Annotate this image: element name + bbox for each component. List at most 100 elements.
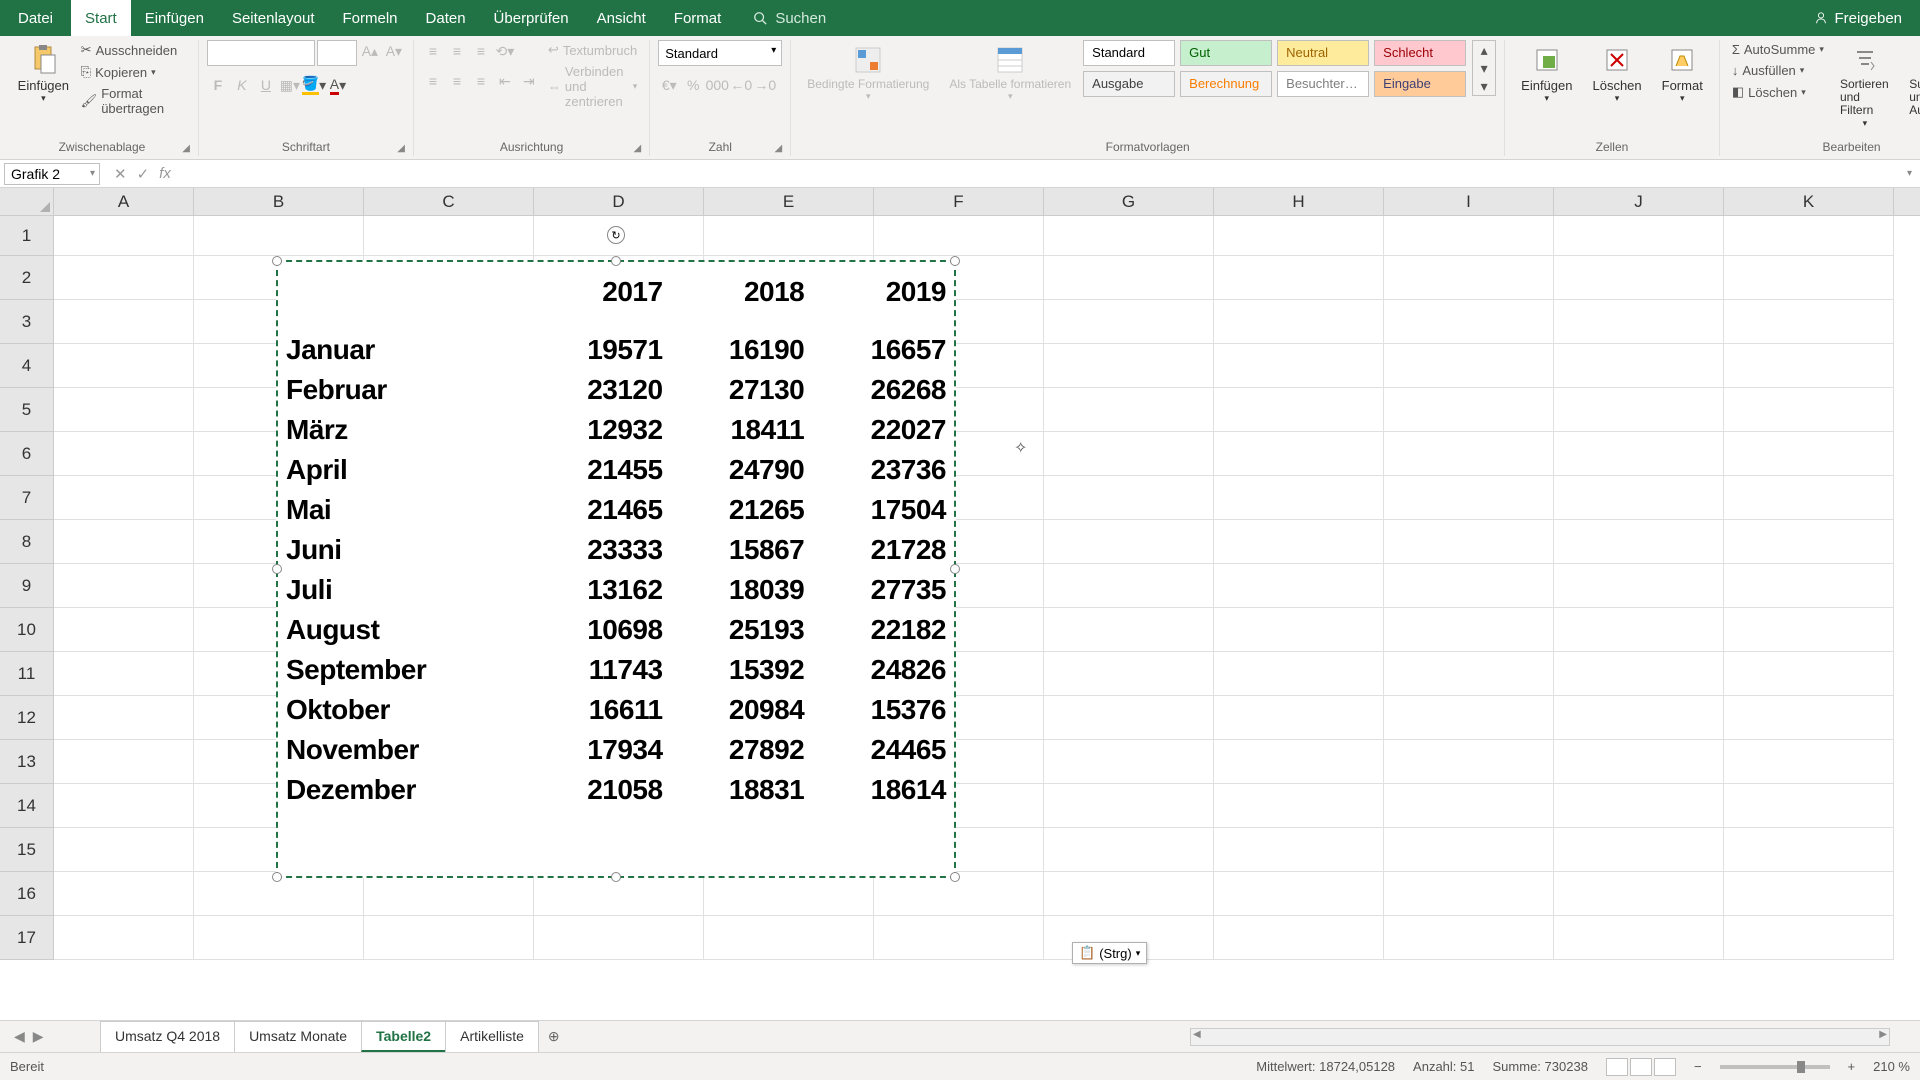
- select-all-button[interactable]: [0, 188, 54, 215]
- increase-decimal-button[interactable]: ←0: [730, 74, 752, 96]
- font-color-button[interactable]: A▾: [327, 74, 349, 96]
- cell[interactable]: [1044, 652, 1214, 696]
- resize-handle-e[interactable]: [950, 564, 960, 574]
- cell[interactable]: [1384, 872, 1554, 916]
- horizontal-scrollbar[interactable]: [1190, 1028, 1890, 1046]
- font-size-select[interactable]: [317, 40, 357, 66]
- cell[interactable]: [1044, 564, 1214, 608]
- cell[interactable]: [704, 872, 874, 916]
- cell[interactable]: [1044, 520, 1214, 564]
- cell[interactable]: [364, 916, 534, 960]
- cell[interactable]: [1044, 476, 1214, 520]
- cell[interactable]: [1214, 784, 1384, 828]
- enter-formula-button[interactable]: ✓: [137, 165, 150, 183]
- cell[interactable]: [1214, 872, 1384, 916]
- cell[interactable]: [1214, 300, 1384, 344]
- cell[interactable]: [1214, 344, 1384, 388]
- column-header-G[interactable]: G: [1044, 188, 1214, 215]
- decrease-font-button[interactable]: A▾: [383, 40, 405, 62]
- cell[interactable]: [54, 476, 194, 520]
- row-header-16[interactable]: 16: [0, 872, 54, 916]
- cell[interactable]: [1044, 216, 1214, 256]
- resize-handle-s[interactable]: [611, 872, 621, 882]
- cell[interactable]: [54, 652, 194, 696]
- cell[interactable]: [1554, 520, 1724, 564]
- ribbon-tab-daten[interactable]: Daten: [412, 0, 480, 36]
- sort-filter-button[interactable]: Sortieren und Filtern▾: [1832, 40, 1898, 133]
- column-header-B[interactable]: B: [194, 188, 364, 215]
- rotate-handle[interactable]: ↻: [607, 226, 625, 244]
- cells-area[interactable]: ↻ 201720182019Januar195711619016657Febru…: [54, 216, 1920, 960]
- cell[interactable]: [364, 216, 534, 256]
- zoom-slider[interactable]: [1720, 1065, 1830, 1069]
- cell[interactable]: [1384, 828, 1554, 872]
- cell-style-ausgabe[interactable]: Ausgabe: [1083, 71, 1175, 97]
- cell[interactable]: [1384, 564, 1554, 608]
- cell[interactable]: [1724, 520, 1894, 564]
- cell[interactable]: [1214, 520, 1384, 564]
- cell[interactable]: [1724, 564, 1894, 608]
- bold-button[interactable]: F: [207, 74, 229, 96]
- column-header-H[interactable]: H: [1214, 188, 1384, 215]
- cell[interactable]: [1384, 300, 1554, 344]
- cell[interactable]: [1214, 696, 1384, 740]
- launcher-icon[interactable]: ◢: [397, 143, 405, 154]
- fx-button[interactable]: fx: [159, 165, 171, 183]
- ribbon-tab-seitenlayout[interactable]: Seitenlayout: [218, 0, 329, 36]
- resize-handle-ne[interactable]: [950, 256, 960, 266]
- column-header-K[interactable]: K: [1724, 188, 1894, 215]
- cell[interactable]: [1044, 344, 1214, 388]
- cell[interactable]: [194, 216, 364, 256]
- resize-handle-nw[interactable]: [272, 256, 282, 266]
- cell[interactable]: [1384, 256, 1554, 300]
- cell[interactable]: [1044, 784, 1214, 828]
- cell[interactable]: [1554, 256, 1724, 300]
- expand-formula-bar-button[interactable]: ▾: [1899, 168, 1920, 179]
- ribbon-tab-format[interactable]: Format: [660, 0, 736, 36]
- row-header-11[interactable]: 11: [0, 652, 54, 696]
- cell[interactable]: [704, 216, 874, 256]
- cell[interactable]: [1554, 564, 1724, 608]
- border-button[interactable]: ▦▾: [279, 74, 301, 96]
- cell[interactable]: [194, 916, 364, 960]
- column-header-A[interactable]: A: [54, 188, 194, 215]
- cell[interactable]: [54, 432, 194, 476]
- cell-style-besuchter-h-[interactable]: Besuchter H...: [1277, 71, 1369, 97]
- page-layout-view-button[interactable]: [1630, 1058, 1652, 1076]
- cell[interactable]: [54, 344, 194, 388]
- cell[interactable]: [1384, 740, 1554, 784]
- cell-style-eingabe[interactable]: Eingabe: [1374, 71, 1466, 97]
- gallery-more-button[interactable]: ▾: [1473, 77, 1495, 95]
- align-center-button[interactable]: ≡: [446, 70, 468, 92]
- sheet-tab-artikelliste[interactable]: Artikelliste: [445, 1021, 539, 1052]
- cell[interactable]: [1044, 696, 1214, 740]
- cell[interactable]: [1044, 432, 1214, 476]
- number-format-select[interactable]: [658, 40, 782, 66]
- row-header-8[interactable]: 8: [0, 520, 54, 564]
- align-bottom-button[interactable]: ≡: [470, 40, 492, 62]
- cell-style-schlecht[interactable]: Schlecht: [1374, 40, 1466, 66]
- cell-style-berechnung[interactable]: Berechnung: [1180, 71, 1272, 97]
- increase-indent-button[interactable]: ⇥: [518, 70, 540, 92]
- row-header-14[interactable]: 14: [0, 784, 54, 828]
- cell[interactable]: [1384, 696, 1554, 740]
- cell[interactable]: [1554, 872, 1724, 916]
- cancel-formula-button[interactable]: ✕: [114, 165, 127, 183]
- cell[interactable]: [1044, 388, 1214, 432]
- ribbon-tab-ansicht[interactable]: Ansicht: [583, 0, 660, 36]
- underline-button[interactable]: U: [255, 74, 277, 96]
- format-painter-button[interactable]: 🖌Format übertragen: [77, 84, 190, 118]
- align-middle-button[interactable]: ≡: [446, 40, 468, 62]
- row-header-2[interactable]: 2: [0, 256, 54, 300]
- cell[interactable]: [534, 916, 704, 960]
- launcher-icon[interactable]: ◢: [775, 143, 783, 154]
- cell[interactable]: [1724, 916, 1894, 960]
- cell[interactable]: [54, 740, 194, 784]
- cell[interactable]: [1724, 784, 1894, 828]
- cell[interactable]: [1384, 652, 1554, 696]
- cell[interactable]: [1044, 256, 1214, 300]
- launcher-icon[interactable]: ◢: [182, 143, 190, 154]
- tell-me-search[interactable]: Suchen: [753, 10, 826, 27]
- align-top-button[interactable]: ≡: [422, 40, 444, 62]
- cell[interactable]: [1724, 344, 1894, 388]
